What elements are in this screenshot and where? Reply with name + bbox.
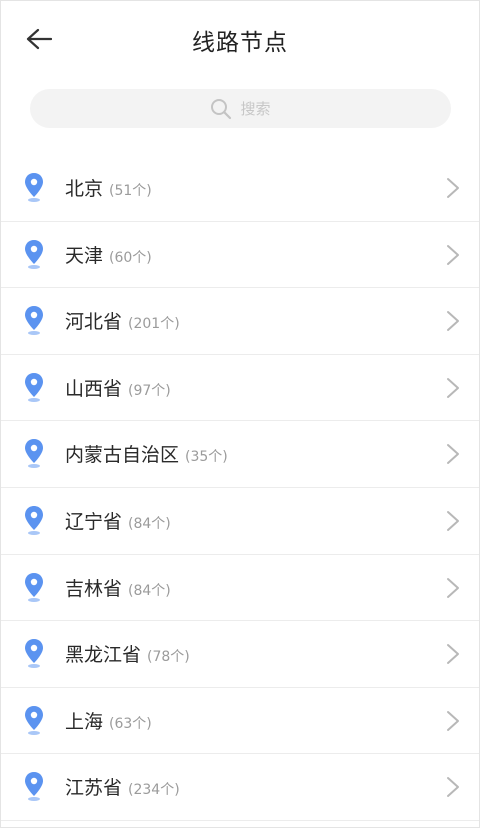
region-label: 辽宁省 (84个) xyxy=(65,507,171,534)
region-name: 河北省 xyxy=(65,311,123,334)
node-count: (51个) xyxy=(109,183,152,199)
chevron-right-icon xyxy=(447,178,459,198)
search-placeholder: 搜索 xyxy=(240,100,271,118)
region-row[interactable]: 吉林省 (84个) xyxy=(1,555,479,622)
node-count: (97个) xyxy=(128,382,171,399)
location-pin-icon xyxy=(25,239,43,269)
chevron-right-icon xyxy=(447,777,459,798)
region-row[interactable]: 上海 (63个) xyxy=(1,688,479,755)
chevron-right-icon xyxy=(447,311,459,332)
node-count: (234个) xyxy=(128,782,180,799)
chevron-right-icon xyxy=(447,510,459,531)
region-row[interactable]: 黑龙江省 (78个) xyxy=(1,621,479,688)
page-title: 线路节点 xyxy=(192,30,288,56)
location-pin-icon xyxy=(25,639,43,669)
region-name: 江苏省 xyxy=(65,777,123,800)
region-row[interactable]: 辽宁省 (84个) xyxy=(1,488,479,555)
region-name: 天津 xyxy=(65,244,104,267)
location-pin-icon xyxy=(25,572,43,602)
region-name: 吉林省 xyxy=(65,577,123,600)
region-name: 黑龙江省 xyxy=(65,644,142,667)
region-label: 北京 (51个) xyxy=(65,174,152,201)
region-row[interactable]: 山西省 (97个) xyxy=(1,355,479,422)
region-name: 北京 xyxy=(65,178,104,200)
location-pin-icon xyxy=(25,306,43,336)
region-row[interactable]: 河北省 (201个) xyxy=(1,288,479,355)
location-pin-icon xyxy=(25,705,43,735)
chevron-right-icon xyxy=(447,377,459,398)
chevron-right-icon xyxy=(447,710,459,731)
region-label: 上海 (63个) xyxy=(65,707,152,734)
location-pin-icon xyxy=(25,173,43,202)
node-count: (35个) xyxy=(185,449,228,466)
chevron-right-icon xyxy=(447,444,459,465)
chevron-right-icon xyxy=(447,644,459,665)
region-name: 山西省 xyxy=(65,377,123,400)
search-icon xyxy=(211,98,232,119)
region-label: 山西省 (97个) xyxy=(65,374,171,401)
region-name: 上海 xyxy=(65,710,104,733)
region-list: 北京 (51个) 天津 (60个) 河北省 (201个) 山西省 (97个) 内蒙古自治区 (35… xyxy=(1,155,479,821)
location-pin-icon xyxy=(25,505,43,535)
node-count: (201个) xyxy=(128,316,180,333)
region-row[interactable]: 江苏省 (234个) xyxy=(1,754,479,821)
region-row[interactable]: 天津 (60个) xyxy=(1,222,479,289)
region-label: 天津 (60个) xyxy=(65,241,152,268)
region-name: 辽宁省 xyxy=(65,510,123,533)
region-row[interactable]: 北京 (51个) xyxy=(1,155,479,222)
node-count: (63个) xyxy=(109,715,152,732)
node-count: (60个) xyxy=(109,249,152,266)
region-label: 吉林省 (84个) xyxy=(65,574,171,601)
region-name: 内蒙古自治区 xyxy=(65,444,180,467)
search-input[interactable]: 搜索 xyxy=(30,89,451,128)
region-label: 黑龙江省 (78个) xyxy=(65,640,190,667)
region-label: 河北省 (201个) xyxy=(65,307,180,334)
node-count: (84个) xyxy=(128,515,171,532)
location-pin-icon xyxy=(25,439,43,469)
node-count: (78个) xyxy=(147,649,190,666)
region-row[interactable]: 内蒙古自治区 (35个) xyxy=(1,421,479,488)
location-pin-icon xyxy=(25,372,43,402)
node-count: (84个) xyxy=(128,582,171,599)
chevron-right-icon xyxy=(447,244,459,265)
header-bar: 线路节点 xyxy=(1,1,479,77)
region-label: 内蒙古自治区 (35个) xyxy=(65,440,228,467)
region-label: 江苏省 (234个) xyxy=(65,773,180,800)
location-pin-icon xyxy=(25,772,43,802)
chevron-right-icon xyxy=(447,577,459,598)
